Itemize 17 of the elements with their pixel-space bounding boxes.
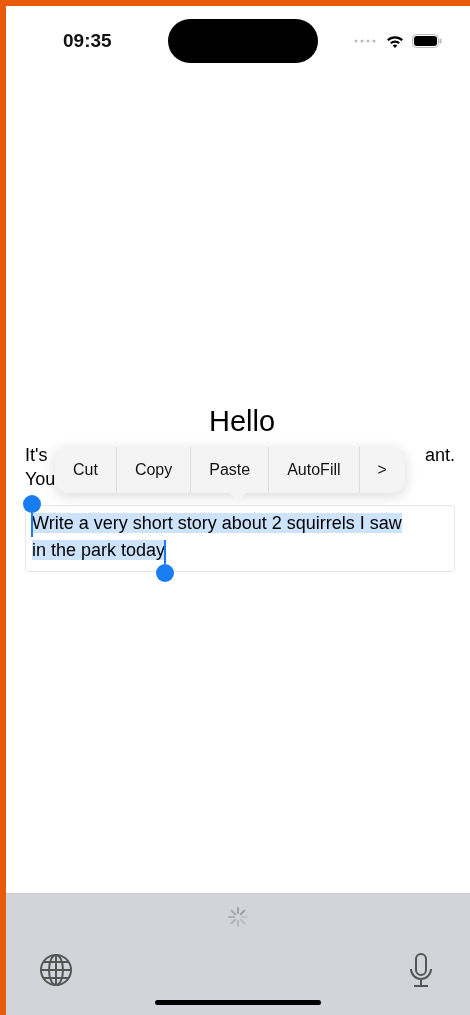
menu-item[interactable]: Paste xyxy=(190,447,269,493)
spinner-icon xyxy=(227,906,249,928)
prompt-field[interactable]: Write a very short story about 2 squirrels I saw in the park today xyxy=(25,505,455,572)
page-title: Hello xyxy=(207,404,277,438)
clock-time: 09:35 xyxy=(63,30,113,52)
intro-text: You xyxy=(25,469,56,489)
wifi-icon xyxy=(386,34,404,48)
menu-item[interactable]: Cut xyxy=(55,447,116,493)
menu-item[interactable]: AutoFill xyxy=(268,447,359,493)
microphone-icon[interactable] xyxy=(408,953,434,987)
menu-item[interactable]: Copy xyxy=(115,447,191,493)
intro-text: It's xyxy=(25,445,48,465)
intro-text: ant. xyxy=(424,445,455,465)
globe-icon[interactable] xyxy=(39,953,73,987)
menu-item[interactable]: > xyxy=(358,447,405,493)
signal-icon xyxy=(354,39,378,43)
battery-icon xyxy=(412,34,442,48)
